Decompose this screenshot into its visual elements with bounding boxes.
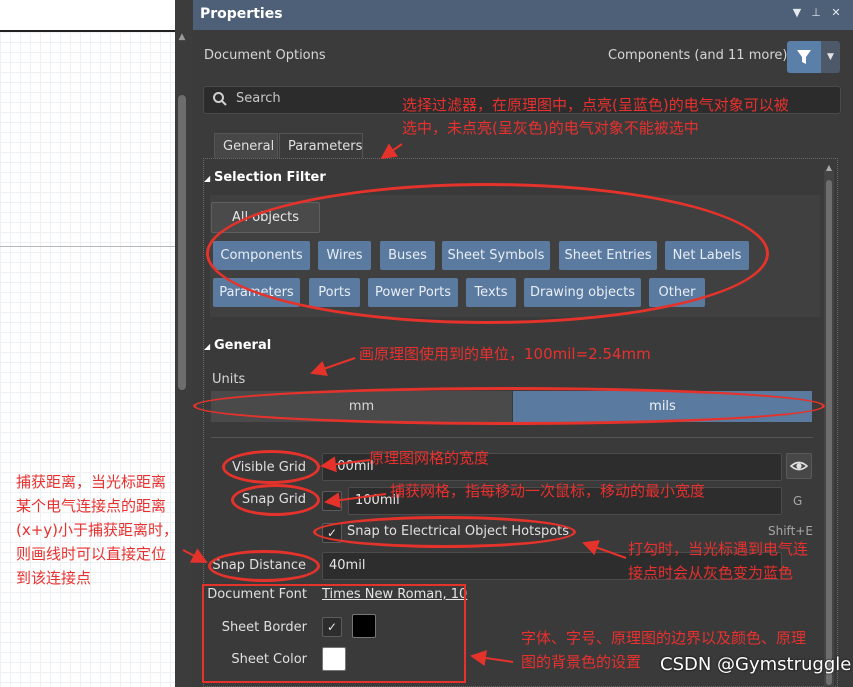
font-annotation-line1: 字体、字号、原理图的边界以及颜色、原理: [521, 629, 807, 647]
visible-grid-annotation: 原理图网格的宽度: [369, 449, 490, 467]
hotspots-annotation-line1: 打勾时，当光标遇到电气连: [628, 540, 809, 558]
snap-distance-annotation-line3: (x+y)小于捕获距离时，: [16, 521, 179, 539]
watermark: CSDN @Gymstruggle: [660, 654, 852, 675]
snap-distance-annotation-line1: 捕获距离，当光标距离: [16, 473, 167, 491]
snap-grid-annotation: 捕获网格，指每移动一次鼠标，移动的最小宽度: [390, 482, 706, 500]
filter-annotation-line2: 选中，未点亮(呈灰色)的电气对象不能被选中: [402, 119, 699, 137]
units-annotation: 画原理图使用到的单位，100mil=2.54mm: [359, 345, 651, 363]
snap-distance-annotation-line2: 某个电气连接点的距离: [16, 497, 167, 515]
font-annotation-line2: 图的背景色的设置: [521, 653, 642, 671]
hotspots-annotation-line2: 接点时会从灰色变为蓝色: [628, 564, 794, 582]
snap-distance-annotation-line4: 则画线时可以直接定位: [16, 545, 167, 563]
filter-annotation-line1: 选择过滤器，在原理图中，点亮(呈蓝色)的电气对象可以被: [402, 96, 789, 114]
snap-distance-annotation-line5: 到该连接点: [16, 569, 92, 587]
